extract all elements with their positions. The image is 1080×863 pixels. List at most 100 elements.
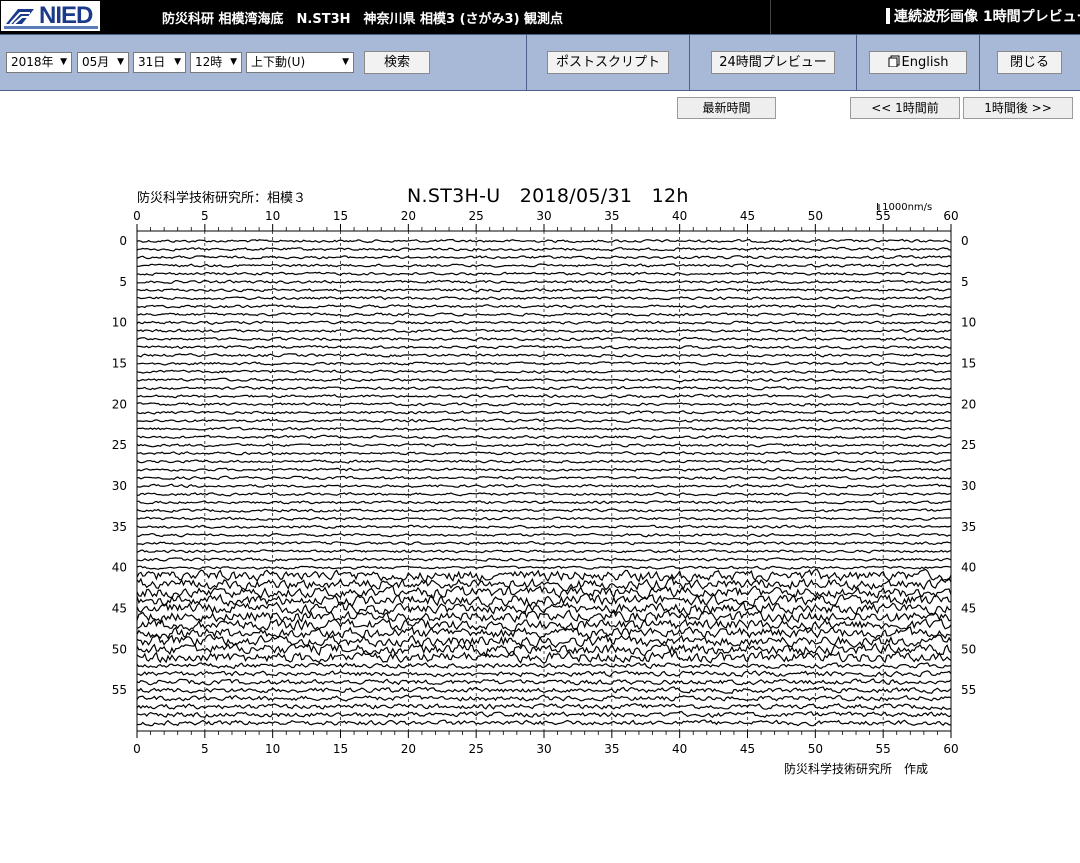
- x-tick-label-bottom: 55: [876, 742, 891, 755]
- search-button[interactable]: 検索: [364, 51, 430, 74]
- page-kind-title: 連続波形画像 1時間プレビュー: [886, 6, 1080, 26]
- y-tick-label-right: 45: [961, 602, 976, 616]
- component-select-value: 上下動(U): [251, 55, 306, 69]
- postscript-button[interactable]: ポストスクリプト: [547, 51, 669, 74]
- close-button[interactable]: 閉じる: [997, 51, 1062, 74]
- waveform-trace: [136, 442, 952, 448]
- x-tick-label-bottom: 15: [333, 742, 348, 755]
- y-tick-label-left: 5: [119, 275, 127, 289]
- chevron-down-icon: ▼: [230, 57, 237, 67]
- y-tick-label-right: 40: [961, 561, 976, 575]
- latest-time-button[interactable]: 最新時間: [677, 97, 776, 119]
- chevron-down-icon: ▼: [60, 57, 67, 67]
- x-tick-label-bottom: 45: [740, 742, 755, 755]
- title-bar: NIED 防災科研 相模湾海底 N.ST3H 神奈川県 相模3 (さがみ3) 観…: [0, 0, 1080, 34]
- page-kind-label: 連続波形画像 1時間プレビュー: [894, 9, 1080, 25]
- toolbar-divider: [979, 35, 980, 91]
- y-tick-label-left: 50: [112, 642, 127, 656]
- x-tick-label-top: 45: [740, 209, 755, 223]
- station-title: 防災科研 相模湾海底 N.ST3H 神奈川県 相模3 (さがみ3) 観測点: [162, 12, 564, 27]
- y-tick-label-right: 50: [961, 642, 976, 656]
- logo-underline: [4, 26, 98, 29]
- day-select-value: 31日: [138, 55, 166, 69]
- title-marker-icon: [886, 8, 890, 24]
- y-tick-label-left: 15: [112, 357, 127, 371]
- institute-credit: 防災科学技術研究所 作成: [784, 762, 929, 776]
- english-button-label: English: [901, 55, 949, 70]
- y-tick-label-right: 25: [961, 438, 976, 452]
- month-select[interactable]: 05月 ▼: [77, 52, 129, 73]
- waveform-trace: [137, 263, 952, 268]
- x-tick-label-top: 5: [201, 209, 209, 223]
- y-tick-label-left: 35: [112, 520, 127, 534]
- toolbar: 2018年 ▼ 05月 ▼ 31日 ▼ 12時 ▼ 上下動(U) ▼ 検索 ポストスクリプ…: [0, 34, 1080, 91]
- x-tick-label-top: 60: [943, 209, 958, 223]
- x-tick-label-bottom: 25: [469, 742, 484, 755]
- waveform-trace: [136, 328, 952, 333]
- preview-24h-button[interactable]: 24時間プレビュー: [711, 51, 835, 74]
- x-tick-label-top: 0: [133, 209, 141, 223]
- x-tick-label-bottom: 60: [943, 742, 958, 755]
- x-tick-label-top: 35: [604, 209, 619, 223]
- english-button[interactable]: English: [869, 51, 967, 74]
- x-tick-label-top: 10: [265, 209, 280, 223]
- previous-hour-button[interactable]: << 1時間前: [850, 97, 960, 119]
- language-icon: [888, 55, 900, 68]
- waveform-trace: [136, 508, 952, 513]
- next-hour-button[interactable]: 1時間後 >>: [963, 97, 1073, 119]
- x-tick-label-top: 20: [401, 209, 416, 223]
- waveform-trace: [136, 336, 952, 342]
- x-tick-label-top: 50: [808, 209, 823, 223]
- waveform-trace: [136, 565, 952, 570]
- nied-logo[interactable]: NIED: [0, 0, 101, 32]
- year-select-value: 2018年: [11, 55, 54, 69]
- month-select-value: 05月: [82, 55, 110, 69]
- waveform-trace: [136, 532, 952, 538]
- x-tick-label-top: 30: [536, 209, 551, 223]
- x-tick-label-bottom: 30: [536, 742, 551, 755]
- x-tick-label-bottom: 40: [672, 742, 687, 755]
- y-tick-label-right: 30: [961, 479, 976, 493]
- title-divider: [770, 0, 771, 34]
- y-tick-label-left: 45: [112, 602, 127, 616]
- component-select[interactable]: 上下動(U) ▼: [246, 52, 354, 73]
- x-tick-label-bottom: 0: [133, 742, 141, 755]
- x-tick-label-bottom: 10: [265, 742, 280, 755]
- y-tick-label-right: 20: [961, 397, 976, 411]
- y-tick-label-left: 10: [112, 316, 127, 330]
- y-tick-label-right: 55: [961, 683, 976, 697]
- y-tick-label-right: 5: [961, 275, 969, 289]
- x-tick-label-bottom: 20: [401, 742, 416, 755]
- chevron-down-icon: ▼: [174, 57, 181, 67]
- x-tick-label-bottom: 50: [808, 742, 823, 755]
- waveform-trace: [136, 557, 952, 562]
- hour-select-value: 12時: [195, 55, 223, 69]
- y-tick-label-right: 0: [961, 234, 969, 248]
- x-tick-label-bottom: 5: [201, 742, 209, 755]
- x-tick-label-bottom: 35: [604, 742, 619, 755]
- y-tick-label-left: 25: [112, 438, 127, 452]
- y-tick-label-right: 35: [961, 520, 976, 534]
- y-tick-label-right: 10: [961, 316, 976, 330]
- chevron-down-icon: ▼: [117, 57, 124, 67]
- hour-select[interactable]: 12時 ▼: [190, 52, 242, 73]
- logo-swoosh-icon: [6, 9, 34, 25]
- waveform-trace: [136, 353, 952, 358]
- chevron-down-icon: ▼: [342, 57, 349, 67]
- y-tick-label-left: 0: [119, 234, 127, 248]
- y-tick-label-left: 30: [112, 479, 127, 493]
- waveform-chart: 0055101015152020252530303535404045455050…: [112, 204, 976, 755]
- x-tick-label-top: 40: [672, 209, 687, 223]
- toolbar-divider: [526, 35, 527, 91]
- waveform-trace: [136, 678, 952, 686]
- x-tick-label-top: 15: [333, 209, 348, 223]
- waveform-trace: [136, 592, 952, 608]
- y-tick-label-left: 20: [112, 397, 127, 411]
- toolbar-divider: [856, 35, 857, 91]
- x-tick-label-top: 25: [469, 209, 484, 223]
- y-tick-label-left: 40: [112, 561, 127, 575]
- waveform-trace: [136, 467, 952, 472]
- waveform-trace: [136, 304, 952, 309]
- day-select[interactable]: 31日 ▼: [133, 52, 186, 73]
- year-select[interactable]: 2018年 ▼: [6, 52, 72, 73]
